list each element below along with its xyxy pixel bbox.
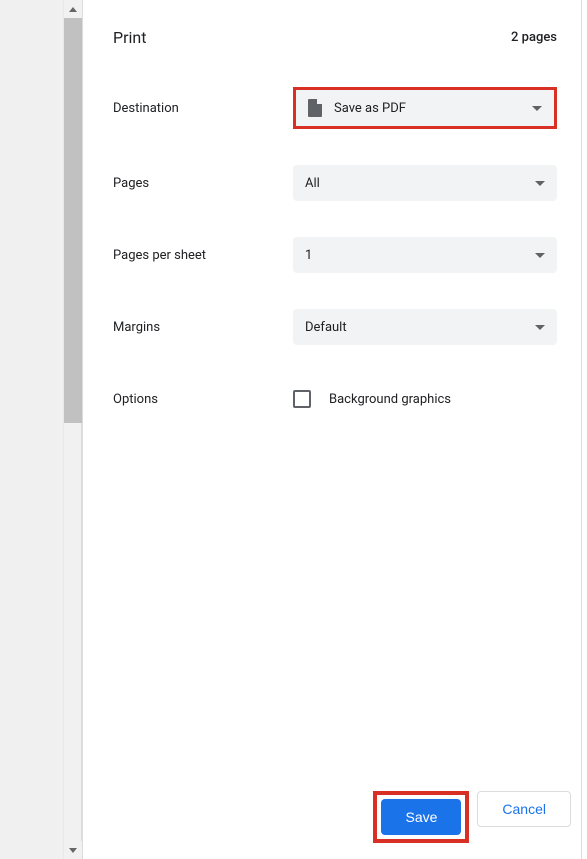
margins-label: Margins xyxy=(113,320,293,335)
chevron-down-icon xyxy=(532,106,542,111)
print-preview-area xyxy=(0,0,82,859)
right-edge xyxy=(581,0,587,859)
chevron-down-icon xyxy=(535,325,545,330)
page-count: 2 pages xyxy=(511,30,557,45)
destination-label: Destination xyxy=(113,101,293,116)
background-graphics-label[interactable]: Background graphics xyxy=(329,392,451,407)
pages-label: Pages xyxy=(113,176,293,191)
margins-value: Default xyxy=(305,320,347,335)
scroll-down-arrow[interactable] xyxy=(64,841,82,859)
scrollbar[interactable] xyxy=(63,0,81,859)
destination-select[interactable]: Save as PDF xyxy=(293,87,557,129)
save-button[interactable]: Save xyxy=(381,799,461,835)
pages-select[interactable]: All xyxy=(293,165,557,201)
pages-per-sheet-select[interactable]: 1 xyxy=(293,237,557,273)
scroll-thumb[interactable] xyxy=(64,18,82,423)
pages-per-sheet-label: Pages per sheet xyxy=(113,248,293,263)
chevron-down-icon xyxy=(535,181,545,186)
chevron-down-icon xyxy=(535,253,545,258)
dialog-footer: Save Cancel xyxy=(83,775,587,859)
pages-value: All xyxy=(305,176,320,191)
print-settings-panel: Print 2 pages Destination Save as PDF xyxy=(82,0,587,859)
dialog-title: Print xyxy=(113,28,146,47)
scroll-up-arrow[interactable] xyxy=(64,0,82,18)
cancel-button[interactable]: Cancel xyxy=(477,791,571,827)
destination-value: Save as PDF xyxy=(334,101,406,116)
margins-select[interactable]: Default xyxy=(293,309,557,345)
page-icon xyxy=(308,99,322,117)
options-label: Options xyxy=(113,392,293,407)
background-graphics-checkbox[interactable] xyxy=(293,390,311,408)
pages-per-sheet-value: 1 xyxy=(305,248,312,263)
